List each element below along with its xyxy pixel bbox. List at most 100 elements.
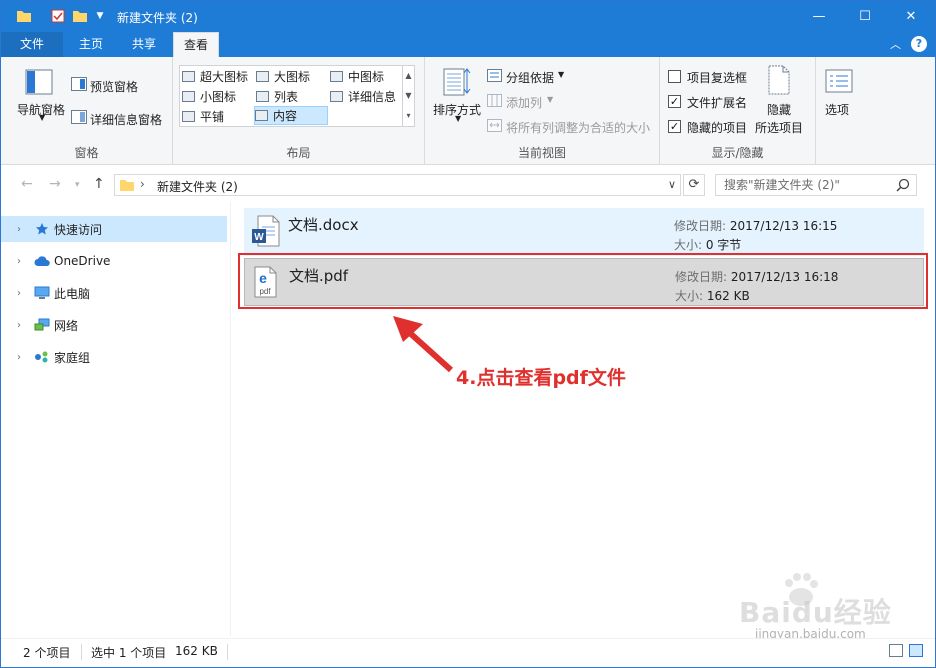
hide-selected-button-line2[interactable]: 所选项目 <box>755 119 803 136</box>
size-columns-icon <box>487 119 502 135</box>
chevron-down-icon[interactable]: ∨ <box>668 178 676 191</box>
ribbon-tabs: 文件 主页 共享 查看 ︿ ? <box>1 32 935 57</box>
size-columns-button[interactable]: 将所有列调整为合适的大小 <box>506 119 650 136</box>
properties-icon[interactable] <box>49 7 67 25</box>
hidden-items-checkbox[interactable]: ✓ <box>668 120 681 133</box>
details-view-icon[interactable] <box>889 644 903 657</box>
svg-text:pdf: pdf <box>259 287 271 296</box>
explorer-window: ▼ 新建文件夹 (2) — ☐ ✕ 文件 主页 共享 查看 ︿ ? 导航窗格 ▼… <box>0 0 936 668</box>
add-column-icon <box>487 94 502 110</box>
status-divider <box>81 644 82 660</box>
layout-gallery: 超大图标 大图标 中图标 小图标 列表 详细信息 平铺 内容 ▲ ▼ ▾ <box>179 65 415 127</box>
word-doc-icon: W <box>252 215 280 250</box>
expand-arrow-icon[interactable]: › <box>17 224 29 235</box>
title-bar: ▼ 新建文件夹 (2) — ☐ ✕ <box>1 1 935 32</box>
layout-small-icons[interactable]: 小图标 <box>182 87 236 106</box>
hidden-items-label: 隐藏的项目 <box>687 121 748 135</box>
sidebar-item-homegroup[interactable]: › 家庭组 <box>1 344 229 370</box>
chevron-down-icon[interactable]: ▼ <box>455 114 461 123</box>
list-item-pdf[interactable]: e pdf 文档.pdf 修改日期: 2017/12/13 16:18 大小: 1… <box>244 258 924 306</box>
address-row: ← → ▾ ↑ › 新建文件夹 (2) ∨ ⟳ <box>1 166 935 202</box>
file-extensions-checkbox[interactable]: ✓ <box>668 95 681 108</box>
current-view-group-label: 当前视图 <box>517 146 566 160</box>
file-modified-date: 修改日期: 2017/12/13 16:18 <box>675 270 839 284</box>
recent-locations-icon[interactable]: ▾ <box>75 180 80 190</box>
preview-pane-button[interactable]: 预览窗格 <box>90 78 138 95</box>
forward-arrow-icon[interactable]: → <box>49 176 61 192</box>
selected-count: 选中 1 个项目 <box>91 646 167 660</box>
address-bar[interactable]: › 新建文件夹 (2) ∨ <box>114 174 681 196</box>
details-pane-button[interactable]: 详细信息窗格 <box>90 111 162 128</box>
chevron-down-icon[interactable]: ▼ <box>558 70 564 79</box>
svg-text:e: e <box>259 270 267 286</box>
new-folder-icon[interactable] <box>71 7 89 25</box>
layout-large-icons[interactable]: 大图标 <box>256 67 310 86</box>
layout-details[interactable]: 详细信息 <box>330 87 396 106</box>
ribbon: 导航窗格 ▼ 预览窗格 详细信息窗格 窗格 布局 超大图标 大图标 中图标 小图… <box>1 57 935 165</box>
hide-selected-button[interactable]: 隐藏 <box>767 101 791 118</box>
tab-file[interactable]: 文件 <box>1 32 63 57</box>
group-by-button[interactable]: 分组依据 <box>506 69 554 86</box>
layout-group-label: 布局 <box>286 146 311 160</box>
file-extensions-label: 文件扩展名 <box>687 96 748 110</box>
window-title: 新建文件夹 (2) <box>117 11 198 25</box>
search-input[interactable] <box>716 175 886 195</box>
status-divider <box>227 644 228 660</box>
show-hide-group-label: 显示/隐藏 <box>711 146 764 160</box>
annotation-text: 4.点击查看pdf文件 <box>456 367 626 389</box>
options-icon <box>825 69 853 96</box>
add-column-button[interactable]: 添加列 <box>506 94 542 111</box>
maximize-button[interactable]: ☐ <box>842 1 888 32</box>
details-pane-icon <box>71 110 87 127</box>
layout-gallery-scroll[interactable]: ▲ ▼ ▾ <box>402 66 414 126</box>
chevron-down-icon[interactable]: ▼ <box>547 95 553 104</box>
breadcrumb-chevron-icon[interactable]: › <box>140 177 145 191</box>
close-button[interactable]: ✕ <box>888 1 934 32</box>
minimize-button[interactable]: — <box>796 1 842 32</box>
chevron-down-icon[interactable]: ▼ <box>39 113 45 122</box>
layout-extra-large-icons[interactable]: 超大图标 <box>182 67 248 86</box>
pdf-icon: e pdf <box>253 266 279 301</box>
search-icon[interactable] <box>896 178 910 195</box>
layout-medium-icons[interactable]: 中图标 <box>330 67 384 86</box>
expand-arrow-icon[interactable]: › <box>17 288 29 299</box>
up-arrow-icon[interactable]: ↑ <box>93 176 105 192</box>
sidebar-item-quick-access[interactable]: › 快速访问 <box>1 216 227 242</box>
layout-list[interactable]: 列表 <box>256 87 298 106</box>
tab-home[interactable]: 主页 <box>69 32 113 57</box>
quick-access-dropdown-icon[interactable]: ▼ <box>91 7 109 25</box>
file-name: 文档.pdf <box>289 267 349 285</box>
layout-content[interactable]: 内容 <box>254 106 328 125</box>
tab-view[interactable]: 查看 <box>173 32 220 57</box>
navigation-pane: › 快速访问 › OneDrive › 此电脑 › 网络 › 家庭组 <box>1 202 231 636</box>
refresh-button[interactable]: ⟳ <box>683 174 705 196</box>
layout-tiles[interactable]: 平铺 <box>182 107 224 126</box>
expand-arrow-icon[interactable]: › <box>17 256 29 267</box>
options-button[interactable]: 选项 <box>825 101 849 118</box>
file-size: 大小: 162 KB <box>675 289 750 303</box>
search-box[interactable] <box>715 174 917 196</box>
back-arrow-icon[interactable]: ← <box>21 176 33 192</box>
breadcrumb[interactable]: 新建文件夹 (2) <box>157 178 238 195</box>
tab-share[interactable]: 共享 <box>122 32 166 57</box>
selected-size: 162 KB <box>175 644 218 658</box>
current-view-group: 排序方式 ▼ 分组依据 ▼ 添加列 ▼ 将所有列调整为合适的大小 当前视图 <box>425 57 660 165</box>
show-hide-group: 项目复选框 ✓ 文件扩展名 ✓ 隐藏的项目 隐藏 所选项目 显示/隐藏 <box>660 57 816 165</box>
file-list: W 文档.docx 修改日期: 2017/12/13 16:15 大小: 0 字… <box>232 202 935 636</box>
expand-arrow-icon[interactable]: › <box>17 352 29 363</box>
status-bar: 2 个项目 选中 1 个项目 162 KB <box>1 638 935 667</box>
item-checkboxes-checkbox[interactable] <box>668 70 681 83</box>
sidebar-item-network[interactable]: › 网络 <box>1 312 229 338</box>
item-checkboxes-label: 项目复选框 <box>687 71 748 85</box>
item-count: 2 个项目 <box>23 646 71 660</box>
expand-arrow-icon[interactable]: › <box>17 320 29 331</box>
preview-pane-icon <box>71 77 87 94</box>
panes-group: 导航窗格 ▼ 预览窗格 详细信息窗格 窗格 <box>1 57 173 165</box>
sidebar-item-this-pc[interactable]: › 此电脑 <box>1 280 229 306</box>
list-item-docx[interactable]: W 文档.docx 修改日期: 2017/12/13 16:15 大小: 0 字… <box>244 208 924 256</box>
collapse-ribbon-icon[interactable]: ︿ <box>890 36 901 52</box>
sidebar-item-onedrive[interactable]: › OneDrive <box>1 248 229 274</box>
large-icons-view-icon[interactable] <box>909 644 923 657</box>
help-icon[interactable]: ? <box>911 36 927 52</box>
navigation-pane-icon[interactable] <box>25 69 53 98</box>
